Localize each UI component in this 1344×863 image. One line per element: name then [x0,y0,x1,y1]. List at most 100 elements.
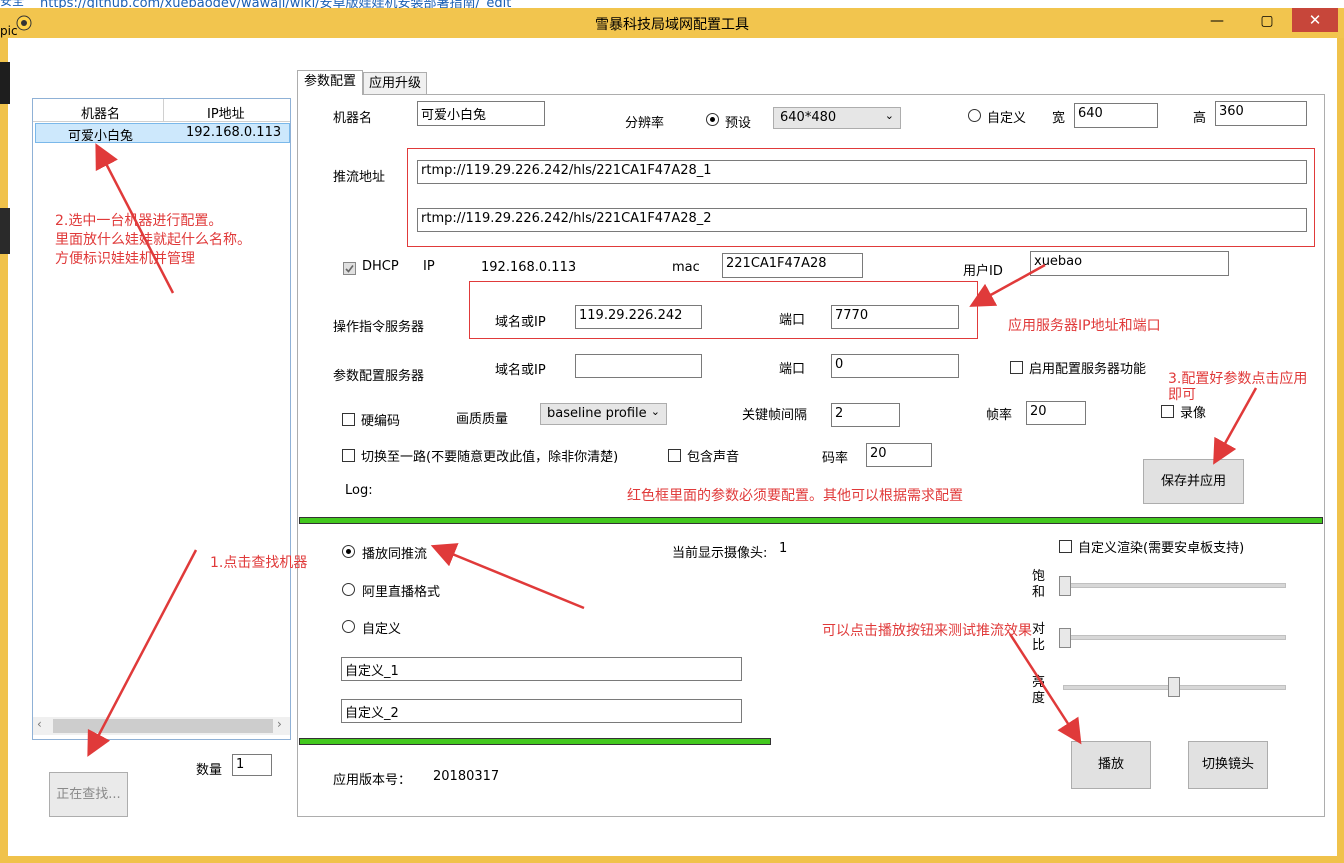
brightness-slider-thumb[interactable] [1168,677,1180,697]
saturation-slider-thumb[interactable] [1059,576,1071,596]
param-server-port-field[interactable]: 0 [831,354,959,378]
chevron-down-icon: ⌄ [884,109,894,122]
push-url-label: 推流地址 [333,170,386,185]
saturation-label: 饱和 [1032,569,1046,600]
cmd-port-label: 端口 [779,313,806,328]
annotation-line: 3.配置好参数点击应用 [1168,371,1308,387]
ip-value: 192.168.0.113 [481,260,577,275]
single-route-checkbox[interactable] [342,449,355,462]
contrast-slider-thumb[interactable] [1059,628,1071,648]
user-id-label: 用户ID [963,264,1003,279]
ip-label: IP [423,259,435,274]
mac-field[interactable]: 221CA1F47A28 [722,253,863,278]
hw-encode-label: 硬编码 [361,414,401,429]
column-header-machine-name[interactable]: 机器名 [81,103,120,122]
preset-label: 预设 [725,116,752,131]
custom-resolution-radio[interactable] [968,109,981,122]
search-machines-button[interactable]: 正在查找... [49,772,128,817]
switch-camera-button[interactable]: 切换镜头 [1188,741,1268,789]
ali-format-radio[interactable] [342,583,355,596]
column-divider [163,99,164,121]
log-label: Log: [345,483,373,498]
cmd-server-port-field[interactable]: 7770 [831,305,959,329]
scroll-left-icon[interactable]: ‹ [37,717,42,731]
keyframe-field[interactable]: 2 [831,403,900,427]
background-text-fragment: pic [0,24,18,38]
play-push-radio[interactable] [342,545,355,558]
current-camera-label: 当前显示摄像头: [672,546,768,561]
custom-render-checkbox[interactable] [1059,540,1072,553]
param-server-ip-field[interactable] [575,354,702,378]
push-url-field-2[interactable]: rtmp://119.29.226.242/hls/221CA1F47A28_2 [417,208,1307,232]
mac-label: mac [672,260,700,275]
custom-render-label: 自定义渲染(需要安卓板支持) [1078,541,1245,556]
close-button[interactable]: ✕ [1292,8,1338,32]
maximize-button[interactable]: ▢ [1246,10,1288,32]
enable-config-server-checkbox[interactable] [1010,361,1023,374]
scroll-right-icon[interactable]: › [277,717,282,731]
window-title: 雪暴科技局域网配置工具 [595,17,749,33]
column-header-ip[interactable]: IP地址 [207,103,245,122]
play-button[interactable]: 播放 [1071,741,1151,789]
hw-encode-checkbox[interactable] [342,413,355,426]
annotation-required-params: 红色框里面的参数必须要配置。其他可以根据需求配置 [627,488,963,504]
list-header: 机器名 IP地址 [33,99,290,122]
annotation-server-ip: 应用服务器IP地址和端口 [1008,318,1161,334]
custom-resolution-label: 自定义 [987,111,1027,126]
width-label: 宽 [1052,111,1066,126]
saturation-slider[interactable] [1063,583,1286,588]
annotation-line: 里面放什么娃娃就起什么名称。 [55,232,251,248]
count-label: 数量 [196,763,223,778]
tab-app-upgrade[interactable]: 应用升级 [363,72,427,95]
version-value: 20180317 [433,769,500,784]
width-field[interactable]: 640 [1074,103,1158,128]
fps-label: 帧率 [986,408,1013,423]
cmd-domain-label: 域名或IP [495,315,546,330]
fps-field[interactable]: 20 [1026,401,1086,425]
single-route-label: 切换至一路(不要随意更改此值，除非你清楚) [361,450,619,465]
tab-param-config[interactable]: 参数配置 [297,70,363,95]
preset-radio[interactable] [706,113,719,126]
current-camera-value: 1 [779,541,788,556]
browser-url-strip: 安全 https://github.com/xuebaodev/wawaji/w… [0,0,1344,8]
dhcp-checkbox[interactable] [343,262,356,275]
browser-url[interactable]: https://github.com/xuebaodev/wawaji/wiki… [40,0,511,8]
param-server-label: 参数配置服务器 [333,369,425,384]
left-frame-edge [0,38,8,856]
height-label: 高 [1193,111,1207,126]
custom-url-field-1[interactable]: 自定义_1 [341,657,742,681]
param-domain-label: 域名或IP [495,363,546,378]
preset-select[interactable]: 640*480 ⌄ [773,107,901,129]
machine-name-label: 机器名 [333,111,373,126]
machine-name-field[interactable]: 可爱小白兔 [417,101,545,126]
minimize-button[interactable]: — [1196,10,1238,32]
cmd-server-ip-field[interactable]: 119.29.226.242 [575,305,702,329]
save-apply-button[interactable]: 保存并应用 [1143,459,1244,504]
annotation-select-machine: 2.选中一台机器进行配置。 里面放什么娃娃就起什么名称。 方便标识娃娃机并管理 [55,212,251,269]
custom-url-field-2[interactable]: 自定义_2 [341,699,742,723]
background-window-fragment [0,208,10,254]
annotation-save-apply: 3.配置好参数点击应用 即可 [1168,371,1307,403]
progress-bar-top [299,517,1323,524]
scroll-thumb[interactable] [53,719,273,733]
brightness-label: 亮度 [1032,675,1046,706]
record-checkbox[interactable] [1161,405,1174,418]
contrast-slider[interactable] [1063,635,1286,640]
annotation-find-machine: 1.点击查找机器 [210,555,308,571]
user-id-field[interactable]: xuebao [1030,251,1229,276]
quality-select[interactable]: baseline profile ⌄ [540,403,667,425]
custom-source-radio[interactable] [342,620,355,633]
progress-bar-bottom [299,738,771,745]
preset-select-value: 640*480 [780,110,837,125]
push-url-field-1[interactable]: rtmp://119.29.226.242/hls/221CA1F47A28_1 [417,160,1307,184]
height-field[interactable]: 360 [1215,101,1307,126]
browser-left-fragment: 安全 [0,0,25,8]
bitrate-field[interactable]: 20 [866,443,932,467]
include-audio-checkbox[interactable] [668,449,681,462]
param-port-label: 端口 [779,362,806,377]
horizontal-scrollbar[interactable]: ‹ › [33,717,290,735]
machine-list[interactable]: 机器名 IP地址 可爱小白兔 192.168.0.113 ‹ › [32,98,291,740]
list-item[interactable]: 可爱小白兔 192.168.0.113 [35,123,290,144]
annotation-line: 2.选中一台机器进行配置。 [55,213,223,229]
count-field[interactable]: 1 [232,754,272,776]
